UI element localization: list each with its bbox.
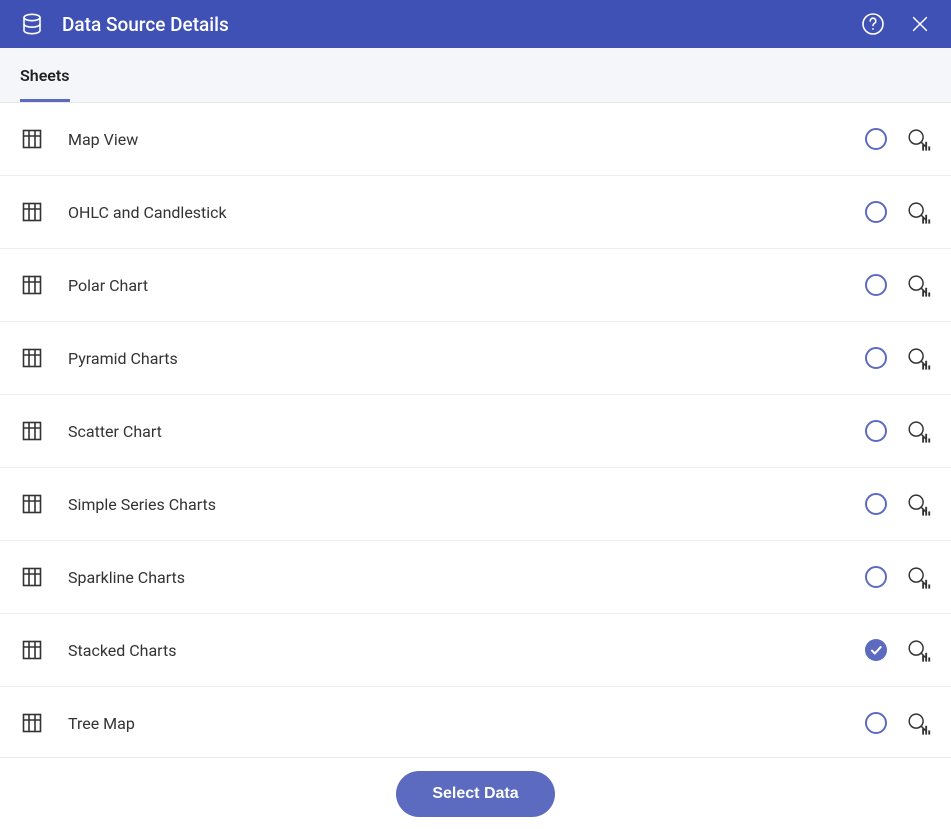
dialog-footer: Select Data bbox=[0, 757, 951, 829]
sheet-row[interactable]: Map View bbox=[0, 103, 951, 176]
sheet-row[interactable]: OHLC and Candlestick bbox=[0, 176, 951, 249]
tab-bar: Sheets bbox=[0, 48, 951, 103]
preview-chart-icon[interactable] bbox=[905, 491, 931, 517]
radio-unselected[interactable] bbox=[865, 128, 887, 150]
row-actions bbox=[865, 272, 931, 298]
sheet-label: Map View bbox=[68, 130, 865, 149]
dialog-title: Data Source Details bbox=[62, 13, 861, 36]
sheet-label: Scatter Chart bbox=[68, 422, 865, 441]
radio-unselected[interactable] bbox=[865, 347, 887, 369]
row-actions bbox=[865, 418, 931, 444]
sheet-label: Simple Series Charts bbox=[68, 495, 865, 514]
sheet-row[interactable]: Pyramid Charts bbox=[0, 322, 951, 395]
sheet-icon bbox=[20, 273, 68, 297]
sheet-label: OHLC and Candlestick bbox=[68, 203, 865, 222]
sheet-icon bbox=[20, 711, 68, 735]
row-actions bbox=[865, 637, 931, 663]
select-data-button[interactable]: Select Data bbox=[396, 771, 554, 817]
preview-chart-icon[interactable] bbox=[905, 564, 931, 590]
radio-unselected[interactable] bbox=[865, 712, 887, 734]
row-actions bbox=[865, 126, 931, 152]
radio-unselected[interactable] bbox=[865, 201, 887, 223]
dialog-header: Data Source Details bbox=[0, 0, 951, 48]
radio-unselected[interactable] bbox=[865, 274, 887, 296]
sheet-list: Map View OHLC and Candlestick Polar Chart P… bbox=[0, 103, 951, 757]
preview-chart-icon[interactable] bbox=[905, 272, 931, 298]
sheet-icon bbox=[20, 127, 68, 151]
sheet-row[interactable]: Simple Series Charts bbox=[0, 468, 951, 541]
sheet-label: Sparkline Charts bbox=[68, 568, 865, 587]
sheet-label: Pyramid Charts bbox=[68, 349, 865, 368]
sheet-row[interactable]: Polar Chart bbox=[0, 249, 951, 322]
sheet-icon bbox=[20, 200, 68, 224]
radio-selected[interactable] bbox=[865, 639, 887, 661]
sheet-icon bbox=[20, 638, 68, 662]
preview-chart-icon[interactable] bbox=[905, 345, 931, 371]
preview-chart-icon[interactable] bbox=[905, 710, 931, 736]
sheet-row[interactable]: Sparkline Charts bbox=[0, 541, 951, 614]
sheet-row[interactable]: Tree Map bbox=[0, 687, 951, 757]
sheet-row[interactable]: Scatter Chart bbox=[0, 395, 951, 468]
preview-chart-icon[interactable] bbox=[905, 199, 931, 225]
sheet-label: Polar Chart bbox=[68, 276, 865, 295]
radio-unselected[interactable] bbox=[865, 566, 887, 588]
sheet-icon bbox=[20, 565, 68, 589]
sheet-icon bbox=[20, 346, 68, 370]
radio-unselected[interactable] bbox=[865, 493, 887, 515]
row-actions bbox=[865, 345, 931, 371]
row-actions bbox=[865, 199, 931, 225]
row-actions bbox=[865, 710, 931, 736]
radio-unselected[interactable] bbox=[865, 420, 887, 442]
row-actions bbox=[865, 491, 931, 517]
help-button[interactable] bbox=[861, 12, 885, 36]
preview-chart-icon[interactable] bbox=[905, 126, 931, 152]
preview-chart-icon[interactable] bbox=[905, 418, 931, 444]
database-icon bbox=[20, 12, 44, 36]
sheet-label: Stacked Charts bbox=[68, 641, 865, 660]
sheet-icon bbox=[20, 419, 68, 443]
sheet-label: Tree Map bbox=[68, 714, 865, 733]
tab-sheets[interactable]: Sheets bbox=[20, 66, 70, 102]
sheet-row[interactable]: Stacked Charts bbox=[0, 614, 951, 687]
row-actions bbox=[865, 564, 931, 590]
sheet-icon bbox=[20, 492, 68, 516]
preview-chart-icon[interactable] bbox=[905, 637, 931, 663]
close-button[interactable] bbox=[909, 13, 931, 35]
